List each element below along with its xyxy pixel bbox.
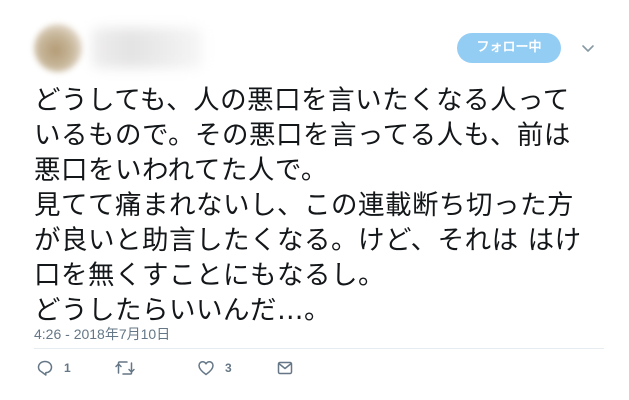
direct-message-button[interactable] — [276, 358, 294, 378]
tweet-header: フォロー中 — [0, 0, 629, 80]
reply-button[interactable]: 1 — [36, 358, 71, 378]
following-button[interactable]: フォロー中 — [457, 33, 561, 63]
heart-icon — [197, 359, 215, 377]
tweet-text-line: 悪口をいわれてた人で。 — [34, 155, 328, 186]
tweet-text-line: どうしたらいいんだ…。 — [34, 295, 331, 326]
tweet-card: フォロー中 どうしても、人の悪口を言いたくなる人って いるもので。その悪口を言っ… — [0, 0, 629, 400]
tweet-text-line: が良いと助言したくなる。けど、それは はけ — [34, 225, 582, 256]
tweet-text-line: 見てて痛まれないし、この連載断ち切った方 — [34, 190, 574, 221]
reply-icon — [36, 359, 54, 377]
avatar[interactable] — [34, 24, 82, 72]
user-name-blurred[interactable] — [92, 28, 202, 68]
reply-count: 1 — [64, 361, 71, 375]
retweet-button[interactable] — [114, 358, 136, 378]
tweet-text: どうしても、人の悪口を言いたくなる人って いるもので。その悪口を言ってる人も、前… — [34, 83, 614, 328]
tweet-text-line: どうしても、人の悪口を言いたくなる人って — [34, 85, 570, 116]
divider — [34, 348, 604, 349]
chevron-down-icon[interactable] — [578, 38, 598, 58]
tweet-text-line: いるもので。その悪口を言ってる人も、前は — [34, 120, 571, 151]
retweet-icon — [114, 359, 136, 377]
envelope-icon — [276, 359, 294, 377]
like-button[interactable]: 3 — [197, 358, 232, 378]
tweet-text-line: 口を無くすことにもなるし。 — [34, 260, 385, 291]
tweet-timestamp[interactable]: 4:26 - 2018年7月10日 — [34, 324, 170, 344]
like-count: 3 — [225, 361, 232, 375]
